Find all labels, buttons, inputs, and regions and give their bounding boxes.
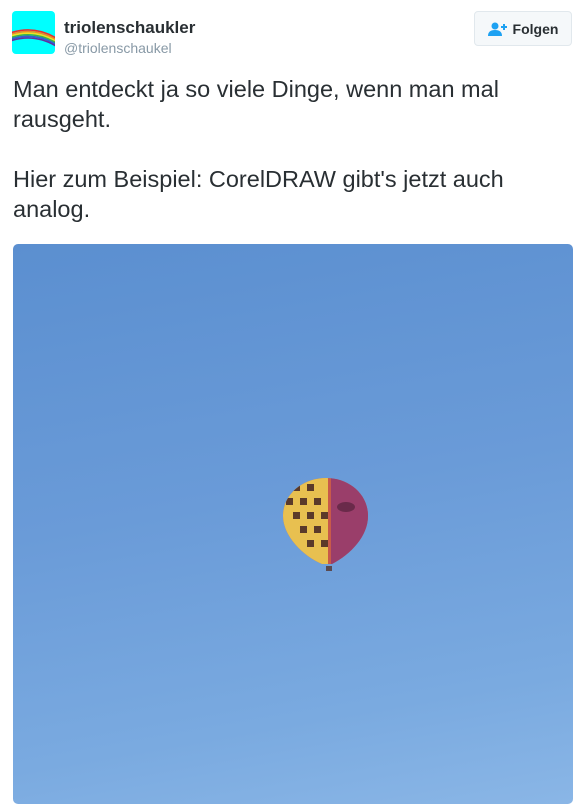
tweet-text: Man entdeckt ja so viele Dinge, wenn man… [13, 74, 573, 254]
user-handle[interactable]: @triolenschaukel [64, 40, 172, 56]
tweet-paragraph: Hier zum Beispiel: CorelDRAW gibt's jetz… [13, 166, 504, 222]
avatar[interactable] [12, 11, 55, 54]
tweet-photo[interactable] [13, 244, 573, 804]
hot-air-balloon-image [283, 478, 368, 571]
rainbow-icon [12, 29, 55, 47]
person-plus-icon [487, 22, 507, 36]
user-name[interactable]: triolenschaukler [64, 18, 195, 38]
follow-label: Folgen [512, 20, 559, 37]
follow-button[interactable]: Folgen [474, 11, 572, 46]
tweet-paragraph: Man entdeckt ja so viele Dinge, wenn man… [13, 76, 499, 132]
